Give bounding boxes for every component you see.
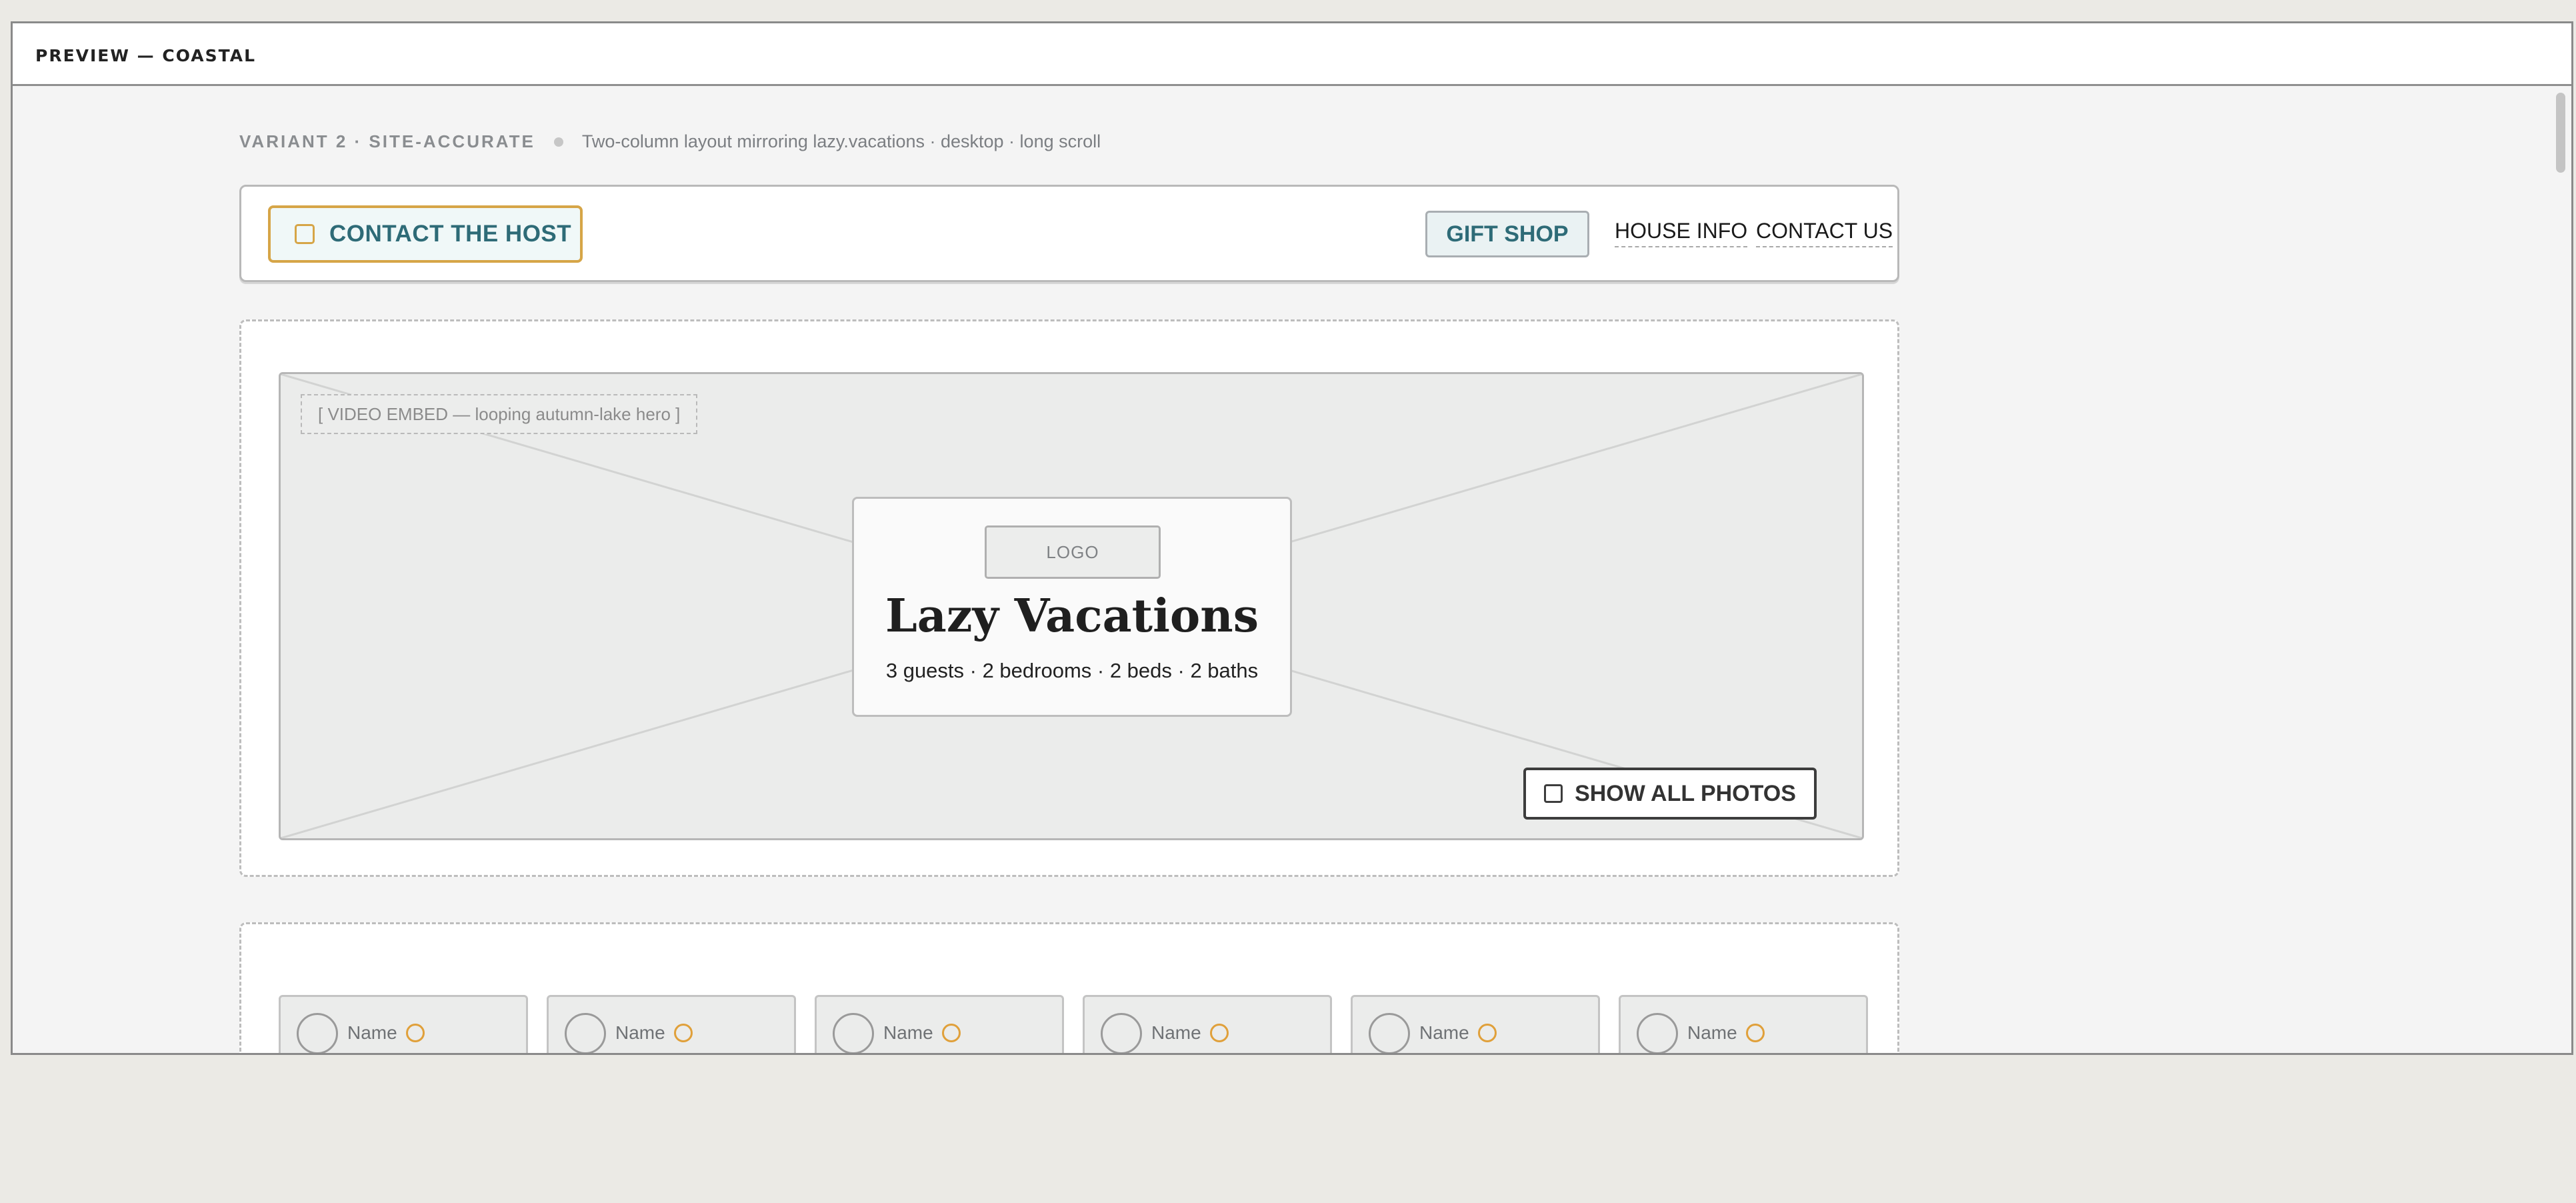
review-card: Name ★★★★★ bbox=[279, 995, 528, 1053]
variant-label: VARIANT 2 · SITE-ACCURATE bbox=[239, 131, 535, 151]
avatar-circle-icon bbox=[1637, 1013, 1678, 1053]
brand-card: LOGO Lazy Vacations 3 guests · 2 bedroom… bbox=[852, 497, 1292, 717]
reviewer-name: Name bbox=[1419, 1022, 1469, 1043]
page-viewport[interactable]: VARIANT 2 · SITE-ACCURATE Two-column lay… bbox=[13, 86, 2571, 1053]
avatar-circle-icon bbox=[565, 1013, 606, 1053]
reviews-section: Name ★★★★★ Name ★★★★★ Name ★★★★★ bbox=[239, 922, 1899, 1053]
review-card: Name ★★★★☆ bbox=[1083, 995, 1332, 1053]
badge-circle-icon bbox=[406, 1024, 425, 1042]
scrollbar-thumb[interactable] bbox=[2556, 93, 2565, 173]
avatar-circle-icon bbox=[1101, 1013, 1142, 1053]
site-navbar: CONTACT THE HOST GIFT SHOP HOUSE INFO CO… bbox=[239, 185, 1899, 282]
scrollbar[interactable] bbox=[2551, 86, 2571, 1053]
avatar-circle-icon bbox=[1369, 1013, 1410, 1053]
preview-titlebar: PREVIEW — COASTAL bbox=[13, 23, 2571, 86]
contact-host-button[interactable]: CONTACT THE HOST bbox=[268, 205, 583, 263]
preview-window: PREVIEW — COASTAL VARIANT 2 · SITE-ACCUR… bbox=[11, 21, 2573, 1055]
review-card: Name ★★★★★ bbox=[1351, 995, 1600, 1053]
show-all-photos-label: SHOW ALL PHOTOS bbox=[1575, 780, 1796, 806]
video-embed[interactable]: [ VIDEO EMBED — looping autumn-lake hero… bbox=[279, 372, 1864, 840]
reviewer-name: Name bbox=[1151, 1022, 1201, 1043]
review-card: Name ★★★★★ bbox=[547, 995, 796, 1053]
reviewer-name: Name bbox=[615, 1022, 665, 1043]
badge-circle-icon bbox=[942, 1024, 961, 1042]
variant-meta-row: VARIANT 2 · SITE-ACCURATE Two-column lay… bbox=[239, 131, 1101, 152]
variant-description: Two-column layout mirroring lazy.vacatio… bbox=[581, 131, 1101, 151]
badge-circle-icon bbox=[1478, 1024, 1497, 1042]
site-title: Lazy Vacations bbox=[885, 589, 1259, 643]
preview-title: PREVIEW — COASTAL bbox=[35, 46, 257, 65]
video-embed-label: [ VIDEO EMBED — looping autumn-lake hero… bbox=[301, 394, 698, 434]
review-card: Name ★★★★★ bbox=[1619, 995, 1868, 1053]
contact-host-label: CONTACT THE HOST bbox=[329, 221, 572, 247]
avatar-circle-icon bbox=[833, 1013, 874, 1053]
reviewer-name: Name bbox=[1687, 1022, 1737, 1043]
logo-placeholder: LOGO bbox=[985, 525, 1161, 579]
contact-us-link[interactable]: CONTACT US bbox=[1756, 219, 1893, 247]
review-cards: Name ★★★★★ Name ★★★★★ Name ★★★★★ bbox=[279, 995, 1868, 1053]
separator-dot-icon bbox=[553, 137, 563, 147]
checkbox-icon bbox=[295, 224, 315, 244]
reviewer-name: Name bbox=[347, 1022, 397, 1043]
review-card: Name ★★★★★ bbox=[815, 995, 1064, 1053]
hero-section: [ VIDEO EMBED — looping autumn-lake hero… bbox=[239, 319, 1899, 877]
property-summary: 3 guests · 2 bedrooms · 2 beds · 2 baths bbox=[885, 659, 1259, 682]
badge-circle-icon bbox=[1746, 1024, 1765, 1042]
show-all-photos-button[interactable]: SHOW ALL PHOTOS bbox=[1523, 768, 1817, 820]
reviewer-name: Name bbox=[883, 1022, 933, 1043]
badge-circle-icon bbox=[1210, 1024, 1229, 1042]
avatar-circle-icon bbox=[297, 1013, 338, 1053]
checkbox-icon bbox=[1544, 784, 1563, 803]
house-info-link[interactable]: HOUSE INFO bbox=[1615, 219, 1748, 247]
gift-shop-button[interactable]: GIFT SHOP bbox=[1425, 211, 1589, 257]
badge-circle-icon bbox=[674, 1024, 693, 1042]
